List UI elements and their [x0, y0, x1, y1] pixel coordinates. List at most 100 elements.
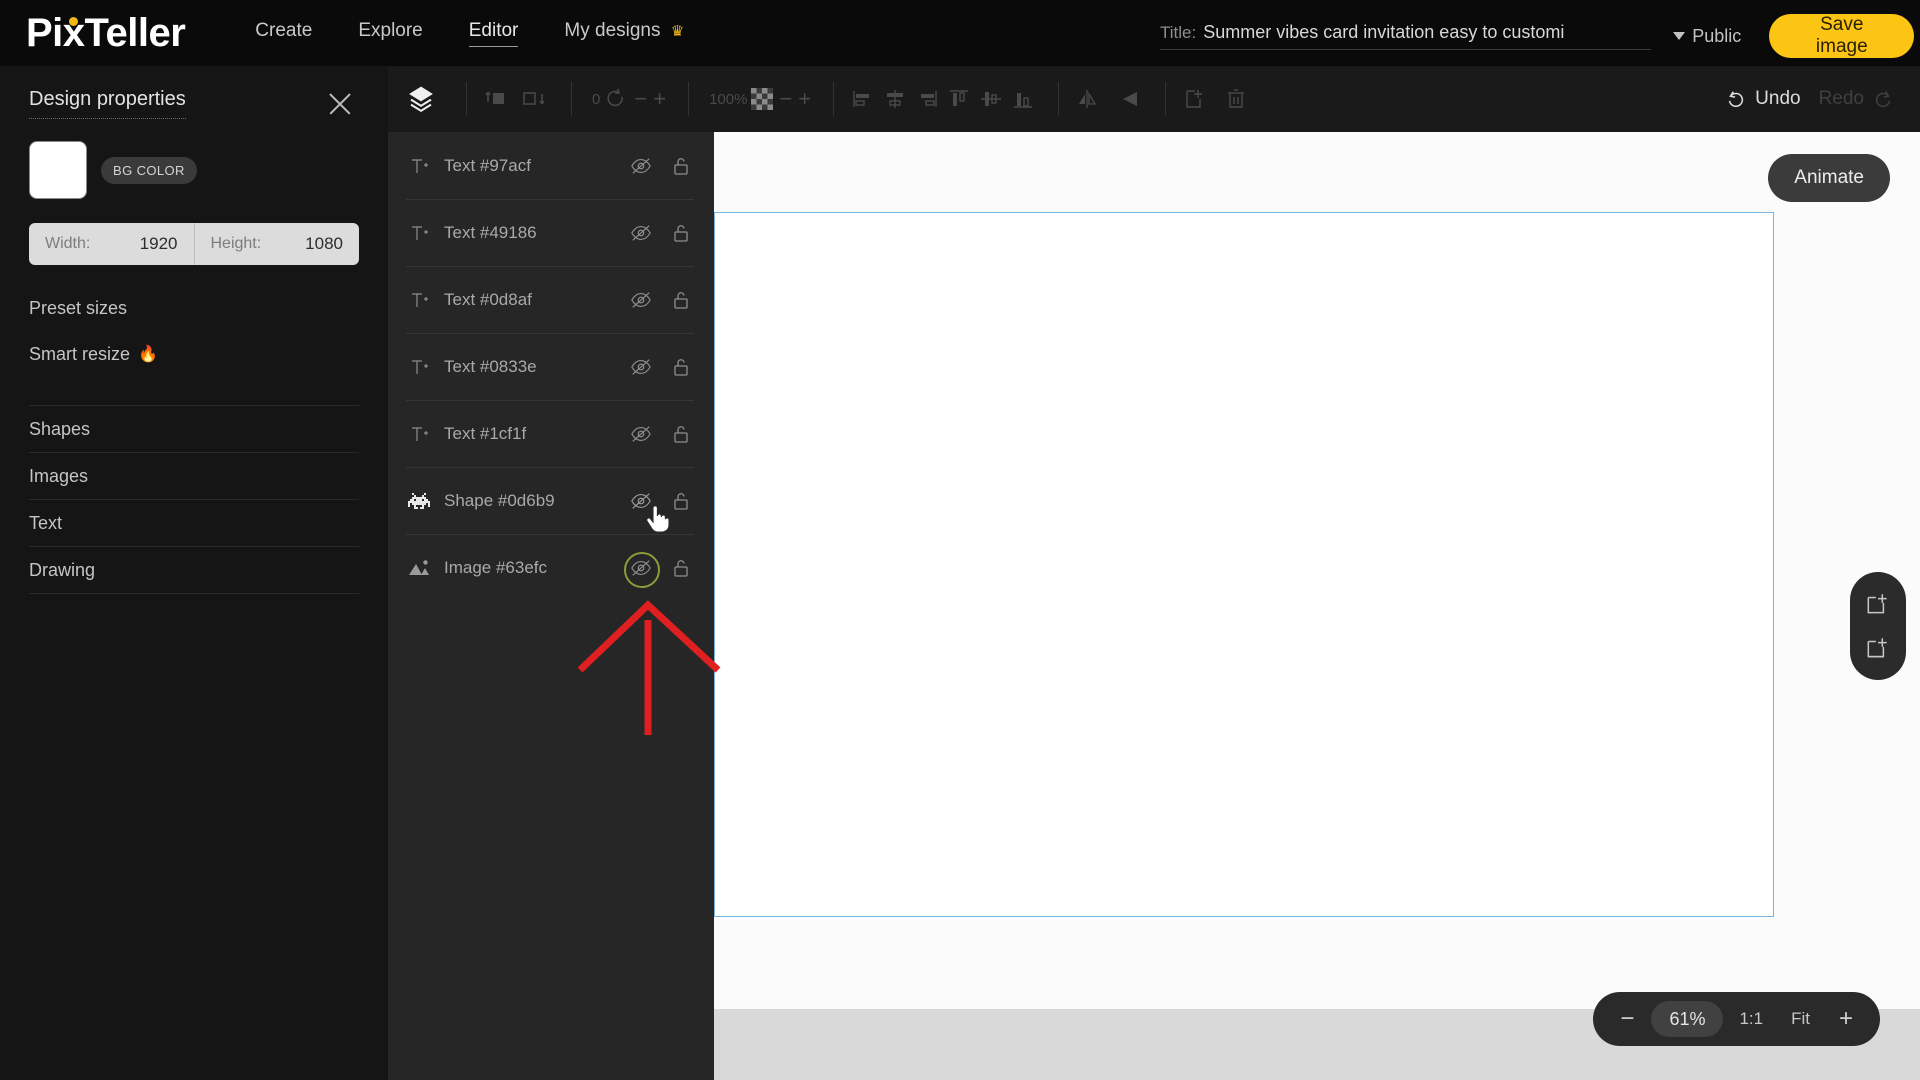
layer-row[interactable]: Text #1cf1f: [388, 400, 714, 467]
layer-row[interactable]: Text #0d8af: [388, 266, 714, 333]
canvas-area[interactable]: Animate − 61% 1:1 Fit +: [714, 132, 1920, 1080]
nav-item-my-designs[interactable]: My designs ♛: [564, 20, 684, 46]
close-icon[interactable]: [326, 90, 354, 118]
undo-button[interactable]: Undo: [1725, 88, 1801, 110]
layers-icon[interactable]: [406, 79, 436, 119]
save-image-button[interactable]: Save image: [1769, 14, 1915, 58]
toolbar-separator: [1058, 82, 1060, 116]
menu-label-shapes: Shapes: [29, 418, 91, 439]
toggle-lock-icon[interactable]: [668, 488, 694, 514]
design-canvas[interactable]: [714, 212, 1774, 917]
width-input[interactable]: Width: 1920: [29, 223, 195, 265]
duplicate-icon[interactable]: [1182, 79, 1208, 119]
menu-item-text[interactable]: Text: [0, 500, 388, 546]
flame-icon: 🔥: [138, 346, 158, 363]
rotate-icon[interactable]: [604, 79, 628, 119]
bring-forward-icon[interactable]: [483, 79, 513, 119]
menu-label-preset-sizes: Preset sizes: [29, 297, 128, 318]
nav-label-explore: Explore: [358, 20, 423, 41]
undo-label: Undo: [1755, 88, 1801, 109]
zoom-in-button[interactable]: +: [1826, 999, 1866, 1039]
bg-color-swatch[interactable]: [29, 141, 87, 199]
title-label: Title:: [1160, 23, 1197, 42]
menu-label-images: Images: [29, 465, 89, 486]
toggle-visibility-icon[interactable]: [624, 551, 660, 588]
toggle-lock-icon[interactable]: [668, 220, 694, 246]
toggle-visibility-icon[interactable]: [628, 153, 654, 179]
toggle-lock-icon[interactable]: [668, 153, 694, 179]
nav-label-my-designs: My designs: [564, 20, 661, 41]
toggle-lock-icon[interactable]: [668, 354, 694, 380]
layer-row[interactable]: Image #63efc: [388, 534, 714, 601]
zoom-out-button[interactable]: −: [1607, 999, 1647, 1039]
app-logo[interactable]: PixTeller: [26, 11, 186, 56]
menu-item-smart-resize[interactable]: Smart resize 🔥: [0, 331, 388, 377]
layer-name: Image #63efc: [444, 557, 548, 577]
nav-item-create[interactable]: Create: [255, 20, 312, 46]
rotation-increase-button[interactable]: +: [653, 79, 666, 119]
redo-button: Redo: [1819, 88, 1894, 110]
toggle-visibility-icon[interactable]: [628, 488, 654, 514]
menu-item-drawing[interactable]: Drawing: [0, 547, 388, 593]
width-label: Width:: [45, 235, 91, 252]
duplicate-page-icon[interactable]: [1864, 634, 1892, 662]
zoom-fit-button[interactable]: Fit: [1779, 1009, 1822, 1029]
flip-vertical-icon[interactable]: [1117, 79, 1143, 119]
visibility-dropdown[interactable]: Public: [1673, 26, 1741, 47]
layer-row[interactable]: Shape #0d6b9: [388, 467, 714, 534]
animate-button[interactable]: Animate: [1768, 154, 1890, 202]
menu-item-images[interactable]: Images: [0, 453, 388, 499]
rotation-decrease-button[interactable]: −: [634, 79, 647, 119]
height-input[interactable]: Height: 1080: [194, 223, 359, 265]
layer-actions: [628, 287, 694, 313]
design-properties-header: Design properties: [0, 66, 388, 119]
menu-item-preset-sizes[interactable]: Preset sizes: [0, 285, 388, 331]
layer-row[interactable]: Text #49186: [388, 199, 714, 266]
text-layer-icon: [406, 354, 432, 380]
add-page-icon[interactable]: [1864, 590, 1892, 618]
editor-toolbar: 0 − + 100% − + Undo Redo: [388, 66, 1920, 132]
text-layer-icon: [406, 153, 432, 179]
toggle-visibility-icon[interactable]: [628, 354, 654, 380]
opacity-increase-button[interactable]: +: [798, 79, 811, 119]
layer-name: Shape #0d6b9: [444, 490, 555, 510]
toolbar-separator: [466, 82, 467, 116]
zoom-percent-value[interactable]: 61%: [1651, 1001, 1724, 1037]
send-backward-icon[interactable]: [519, 79, 549, 119]
align-top-icon[interactable]: [946, 79, 972, 119]
layers-panel: Text #97acf Text #49186 Text #0d8af Text…: [388, 132, 714, 1080]
checker-icon[interactable]: [751, 79, 774, 119]
align-right-icon[interactable]: [914, 79, 940, 119]
canvas-size-row: Width: 1920 Height: 1080: [29, 223, 359, 265]
toggle-lock-icon[interactable]: [668, 555, 694, 581]
text-layer-icon: [406, 287, 432, 313]
toolbar-separator: [1165, 82, 1167, 116]
align-left-icon[interactable]: [850, 79, 876, 119]
opacity-decrease-button[interactable]: −: [779, 79, 792, 119]
align-middle-icon[interactable]: [978, 79, 1004, 119]
nav-item-editor[interactable]: Editor: [468, 20, 519, 47]
align-center-icon[interactable]: [882, 79, 908, 119]
layer-name: Text #97acf: [444, 155, 531, 175]
toolbar-separator: [571, 82, 572, 116]
flip-horizontal-icon[interactable]: [1075, 79, 1101, 119]
title-input-value[interactable]: Summer vibes card invitation easy to cus…: [1203, 22, 1564, 43]
menu-item-shapes[interactable]: Shapes: [0, 406, 388, 452]
bg-color-label: BG COLOR: [101, 156, 197, 184]
align-bottom-icon[interactable]: [1010, 79, 1036, 119]
nav-item-explore[interactable]: Explore: [358, 20, 422, 46]
toggle-visibility-icon[interactable]: [628, 421, 654, 447]
text-layer-icon: [406, 220, 432, 246]
layer-row[interactable]: Text #97acf: [388, 132, 714, 199]
redo-label: Redo: [1818, 88, 1864, 109]
trash-icon[interactable]: [1224, 79, 1248, 119]
layer-actions: [628, 153, 694, 179]
page-actions-dock: [1850, 572, 1906, 680]
zoom-one-to-one-button[interactable]: 1:1: [1727, 1009, 1775, 1029]
design-title-field[interactable]: Title: Summer vibes card invitation easy…: [1160, 22, 1652, 50]
toggle-lock-icon[interactable]: [668, 287, 694, 313]
toggle-lock-icon[interactable]: [668, 421, 694, 447]
toggle-visibility-icon[interactable]: [628, 287, 654, 313]
toggle-visibility-icon[interactable]: [628, 220, 654, 246]
layer-row[interactable]: Text #0833e: [388, 333, 714, 400]
